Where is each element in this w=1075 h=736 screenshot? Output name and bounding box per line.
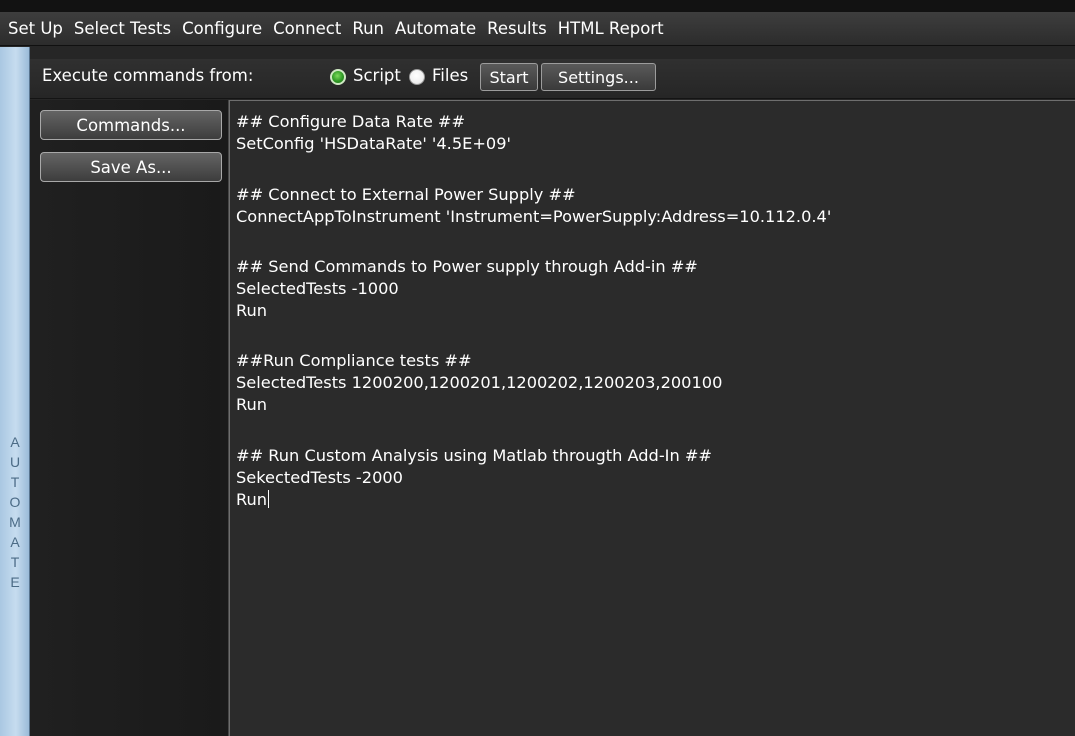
rail-letter: A xyxy=(10,434,20,450)
settings-button[interactable]: Settings... xyxy=(541,63,656,91)
menu-item-set-up[interactable]: Set Up xyxy=(3,12,69,46)
script-editor[interactable]: ## Configure Data Rate ## SetConfig 'HSD… xyxy=(229,100,1075,736)
menu-item-results[interactable]: Results xyxy=(482,12,553,46)
execute-label: Execute commands from: xyxy=(42,66,254,85)
files-radio-label[interactable]: Files xyxy=(432,66,468,85)
start-button[interactable]: Start xyxy=(480,63,538,91)
script-line: ## Run Custom Analysis using Matlab thro… xyxy=(236,446,712,465)
script-line: ## Configure Data Rate ## xyxy=(236,112,466,131)
script-radio-label[interactable]: Script xyxy=(353,66,401,85)
command-button-panel: Commands... Save As... xyxy=(30,100,229,736)
script-line: Run xyxy=(236,395,268,414)
script-radio[interactable] xyxy=(330,69,346,85)
script-line: SelectedTests 1200200,1200201,1200202,12… xyxy=(236,373,723,392)
script-line: SetConfig 'HSDataRate' '4.5E+09' xyxy=(236,134,511,153)
rail-letter: T xyxy=(10,474,20,490)
script-line: ##Run Compliance tests ## xyxy=(236,351,472,370)
rail-letter: U xyxy=(9,454,21,470)
script-line: ## Connect to External Power Supply ## xyxy=(236,185,576,204)
automate-window: Set Up Select Tests Configure Connect Ru… xyxy=(0,0,1075,736)
rail-letter: O xyxy=(9,494,21,510)
script-line: SekectedTests -2000 xyxy=(236,468,403,487)
script-line: ## Send Commands to Power supply through… xyxy=(236,257,698,276)
script-line: SelectedTests -1000 xyxy=(236,279,399,298)
rail-letter: A xyxy=(10,534,20,550)
script-line: Run xyxy=(236,301,268,320)
title-strip xyxy=(0,0,1075,12)
script-line-text: Run xyxy=(236,490,268,509)
menu-item-connect[interactable]: Connect xyxy=(268,12,347,46)
commands-button[interactable]: Commands... xyxy=(40,110,222,140)
execute-source-row: Execute commands from: Script Files Star… xyxy=(30,59,1075,99)
save-as-button[interactable]: Save As... xyxy=(40,152,222,182)
script-last-line: Run xyxy=(236,490,270,510)
rail-letter: M xyxy=(9,514,21,530)
menu-item-run[interactable]: Run xyxy=(347,12,390,46)
rail-letter: E xyxy=(10,574,20,590)
menu-item-select-tests[interactable]: Select Tests xyxy=(69,12,177,46)
menu-bar: Set Up Select Tests Configure Connect Ru… xyxy=(0,12,1075,46)
automate-side-rail: A U T O M A T E xyxy=(0,47,30,736)
files-radio[interactable] xyxy=(409,69,425,85)
menu-item-html-report[interactable]: HTML Report xyxy=(553,12,670,46)
menu-item-configure[interactable]: Configure xyxy=(177,12,268,46)
text-caret xyxy=(268,490,270,508)
rail-label: A U T O M A T E xyxy=(0,432,30,592)
menu-item-automate[interactable]: Automate xyxy=(390,12,482,46)
rail-letter: T xyxy=(10,554,20,570)
script-line: ConnectAppToInstrument 'Instrument=Power… xyxy=(236,207,832,226)
